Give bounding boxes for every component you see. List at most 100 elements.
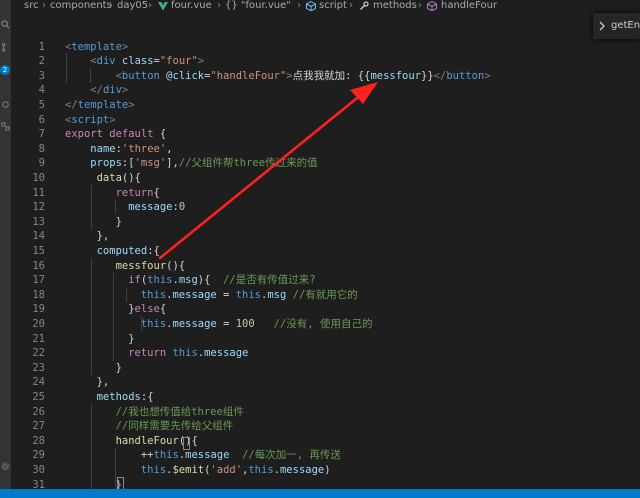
code-line[interactable]: computed:{ xyxy=(65,244,160,259)
code-line[interactable]: <script> xyxy=(65,113,116,128)
line-number: 10 xyxy=(32,171,45,184)
code-line[interactable]: }else{ xyxy=(65,302,166,317)
code-token: @click xyxy=(166,69,205,82)
code-token: button xyxy=(121,69,160,82)
method-cube-icon xyxy=(427,1,437,11)
code-token: {{ xyxy=(357,69,371,82)
code-token: if xyxy=(128,274,141,287)
line-number: 6 xyxy=(38,113,45,126)
code-token: //同样需要先传给父组件 xyxy=(115,420,234,433)
code-token: 点我我就加: xyxy=(292,69,358,82)
code-line[interactable]: return this.message xyxy=(65,346,248,361)
code-token: methods xyxy=(96,390,141,403)
line-number: 23 xyxy=(32,361,45,374)
code-line[interactable]: return{ xyxy=(65,186,160,201)
code-token: { xyxy=(153,128,167,141)
chevron-right-icon: › xyxy=(42,0,46,11)
line-number: 1 xyxy=(38,40,45,53)
line-number: 17 xyxy=(32,274,45,287)
breadcrumb-components[interactable]: components xyxy=(50,0,112,11)
code-line[interactable]: </div> xyxy=(65,83,128,98)
code-line[interactable]: ++this.message //每次加一, 再传送 xyxy=(65,448,341,463)
code-line[interactable]: } xyxy=(65,215,122,230)
code-line[interactable]: name:'three', xyxy=(65,142,172,157)
line-number: 29 xyxy=(32,449,45,462)
line-number: 18 xyxy=(32,288,45,301)
code-token: //是否有传值过来? xyxy=(223,274,316,287)
code-line[interactable]: props:['msg'],//父组件帮three传过来的值 xyxy=(65,156,318,171)
code-line[interactable]: message:0 xyxy=(65,200,185,215)
code-token: else xyxy=(134,303,160,316)
code-line[interactable]: data(){ xyxy=(65,171,141,186)
chevron-right-icon: › xyxy=(349,0,353,11)
breadcrumb-day05[interactable]: day05 xyxy=(117,0,148,11)
code-line[interactable]: this.$emit('add',this.message) xyxy=(65,463,331,478)
code-token: props xyxy=(90,157,122,170)
line-number: 11 xyxy=(32,186,45,199)
chevron-right-icon[interactable] xyxy=(597,20,607,32)
code-token: this xyxy=(248,463,274,476)
breadcrumb-src[interactable]: src xyxy=(24,0,39,11)
code-token: //没有, 使用自己的 xyxy=(273,317,373,330)
code-line[interactable]: <button @click="handleFour">点我我就加: {{mes… xyxy=(65,69,491,84)
code-token: this xyxy=(140,317,167,330)
code-line[interactable]: <div class="four"> xyxy=(65,54,204,69)
code-token: } xyxy=(65,215,122,228)
code-line[interactable]: }, xyxy=(65,229,110,244)
find-widget[interactable]: getEnc xyxy=(593,13,640,39)
code-token: </ xyxy=(65,98,78,111)
code-line[interactable]: export default { xyxy=(65,127,166,142)
cube-icon xyxy=(306,1,316,11)
code-line[interactable]: this.message = 100 //没有, 使用自己的 xyxy=(65,317,373,332)
code-line[interactable]: }, xyxy=(65,375,110,390)
code-token: computed xyxy=(96,244,148,257)
code-line[interactable]: messfour(){ xyxy=(65,259,186,274)
line-number: 21 xyxy=(32,332,45,345)
code-line[interactable]: <template> xyxy=(65,40,128,55)
code-line[interactable]: //我也想传值给three组件 xyxy=(65,405,244,420)
code-line[interactable]: } xyxy=(65,332,134,347)
code-line[interactable]: } xyxy=(65,361,122,376)
code-line[interactable]: methods:{ xyxy=(65,390,154,405)
code-token: this xyxy=(147,274,173,287)
code-token: :{ xyxy=(140,390,154,403)
code-token: { xyxy=(159,303,167,316)
breadcrumb-script[interactable]: script xyxy=(319,0,347,11)
code-token: messfour xyxy=(115,259,167,272)
code-token: } xyxy=(65,361,122,374)
line-number: 26 xyxy=(32,405,45,418)
code-token: 100 xyxy=(235,317,255,330)
code-token: > xyxy=(109,113,116,126)
code-line[interactable]: if(this.msg){ //是否有传值过来? xyxy=(65,273,316,288)
code-token: msg xyxy=(178,274,198,287)
code-token: ) xyxy=(324,463,331,476)
line-number: 12 xyxy=(32,201,45,214)
code-token: (){ xyxy=(121,171,141,184)
code-token: div xyxy=(102,84,122,97)
code-line[interactable]: //同样需要先传给父组件 xyxy=(65,419,234,434)
line-number: 19 xyxy=(32,303,45,316)
code-token: //父组件帮three传过来的值 xyxy=(178,157,318,170)
code-line[interactable]: this.message = this.msg //有就用它的 xyxy=(65,288,358,303)
find-input[interactable]: getEnc xyxy=(611,20,640,32)
breadcrumb-methods[interactable]: methods xyxy=(373,0,417,11)
breadcrumb-file[interactable]: four.vue xyxy=(171,0,212,11)
line-number: 9 xyxy=(38,157,45,170)
search-icon[interactable] xyxy=(1,20,10,29)
code-line[interactable]: </template> xyxy=(65,98,135,113)
code-token: message xyxy=(172,288,217,301)
breadcrumb-handlefour[interactable]: handleFour xyxy=(441,0,497,11)
code-token: }, xyxy=(65,230,110,243)
line-number: 28 xyxy=(32,434,45,447)
line-number: 4 xyxy=(38,84,45,97)
breadcrumb-module[interactable]: {} "four.vue" xyxy=(225,0,291,11)
line-number: 14 xyxy=(32,230,45,243)
code-line[interactable]: handleFour(){ xyxy=(65,434,198,449)
